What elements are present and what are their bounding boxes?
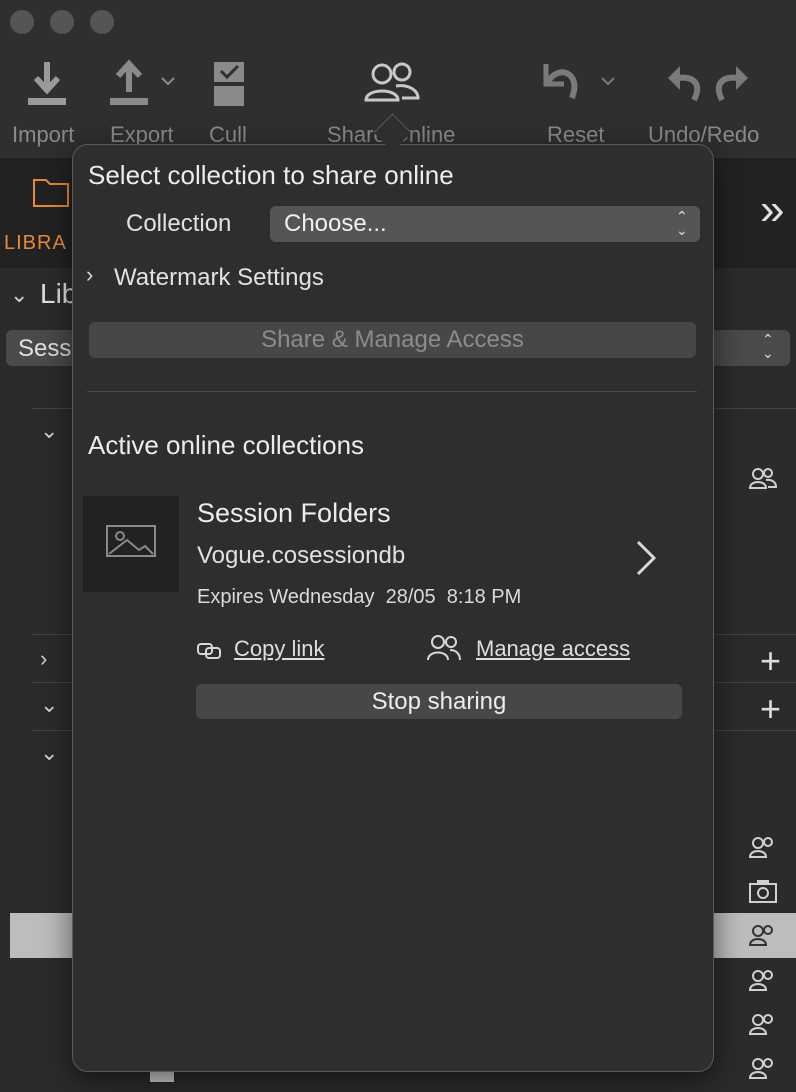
link-icon bbox=[197, 643, 221, 659]
chevron-right-icon[interactable]: › bbox=[40, 646, 47, 672]
active-collections-title: Active online collections bbox=[88, 430, 365, 460]
add-icon[interactable]: + bbox=[760, 640, 781, 682]
collection-thumbnail bbox=[83, 496, 179, 592]
close-window-button[interactable] bbox=[10, 10, 34, 34]
library-tab[interactable] bbox=[32, 176, 70, 208]
reset-icon bbox=[543, 64, 615, 100]
chevron-down-icon[interactable]: ⌄ bbox=[10, 282, 28, 308]
upload-icon bbox=[110, 59, 175, 105]
collection-label: Collection bbox=[126, 210, 232, 237]
select-arrows-icon: ⌃ ⌄ bbox=[762, 331, 774, 361]
people-icon bbox=[748, 466, 778, 495]
undo-redo-buttons[interactable] bbox=[660, 58, 756, 118]
image-placeholder-icon bbox=[106, 525, 156, 557]
share-online-button[interactable] bbox=[362, 58, 422, 118]
cull-icon bbox=[214, 62, 244, 106]
popover-divider bbox=[87, 391, 697, 392]
add-icon[interactable]: + bbox=[760, 688, 781, 730]
people-icon bbox=[427, 635, 461, 661]
download-icon bbox=[28, 62, 66, 105]
collection-db: Vogue.cosessiondb bbox=[197, 542, 406, 569]
collection-select[interactable]: Choose... bbox=[270, 206, 700, 242]
export-button[interactable] bbox=[108, 58, 180, 118]
collection-expiry: Expires Wednesday 28/05 8:18 PM bbox=[197, 586, 522, 608]
zoom-window-button[interactable] bbox=[90, 10, 114, 34]
open-collection-button[interactable] bbox=[632, 536, 662, 585]
title-bar bbox=[0, 0, 796, 44]
folder-icon bbox=[33, 179, 69, 207]
chevron-down-icon[interactable]: ⌄ bbox=[40, 692, 58, 718]
library-tab-label: LIBRA bbox=[4, 232, 67, 254]
manage-access-button[interactable]: Manage access bbox=[426, 634, 646, 664]
people-icon bbox=[748, 835, 778, 864]
chevron-down-icon[interactable]: ⌄ bbox=[40, 418, 58, 444]
select-arrows-icon: ⌃ ⌄ bbox=[676, 208, 688, 238]
watermark-settings-toggle[interactable]: Watermark Settings bbox=[114, 264, 324, 292]
session-select-value: Sess bbox=[18, 335, 72, 362]
import-button[interactable] bbox=[22, 58, 72, 118]
camera-icon bbox=[748, 878, 778, 909]
chevron-down-icon[interactable]: ⌄ bbox=[40, 740, 58, 766]
expand-panels-icon[interactable]: » bbox=[760, 188, 784, 232]
collection-name: Session Folders bbox=[197, 498, 391, 528]
reset-button[interactable] bbox=[538, 58, 624, 118]
copy-link-button[interactable]: Copy link bbox=[196, 636, 356, 666]
people-icon bbox=[748, 1056, 778, 1085]
minimize-window-button[interactable] bbox=[50, 10, 74, 34]
undo-redo-icon bbox=[668, 66, 748, 102]
collection-select-value: Choose... bbox=[284, 210, 387, 237]
chevron-right-icon bbox=[636, 540, 657, 576]
people-icon bbox=[748, 923, 778, 952]
cull-button[interactable] bbox=[210, 58, 250, 118]
people-icon bbox=[364, 62, 420, 102]
stop-sharing-button[interactable]: Stop sharing bbox=[196, 684, 682, 719]
import-label: Import bbox=[12, 122, 75, 147]
copy-link-label: Copy link bbox=[234, 636, 325, 661]
manage-access-label: Manage access bbox=[476, 636, 631, 661]
people-icon bbox=[748, 968, 778, 997]
popover-title: Select collection to share online bbox=[88, 160, 454, 190]
chevron-right-icon[interactable]: › bbox=[86, 262, 93, 288]
people-icon bbox=[748, 1012, 778, 1041]
share-manage-access-button[interactable]: Share & Manage Access bbox=[89, 322, 696, 358]
